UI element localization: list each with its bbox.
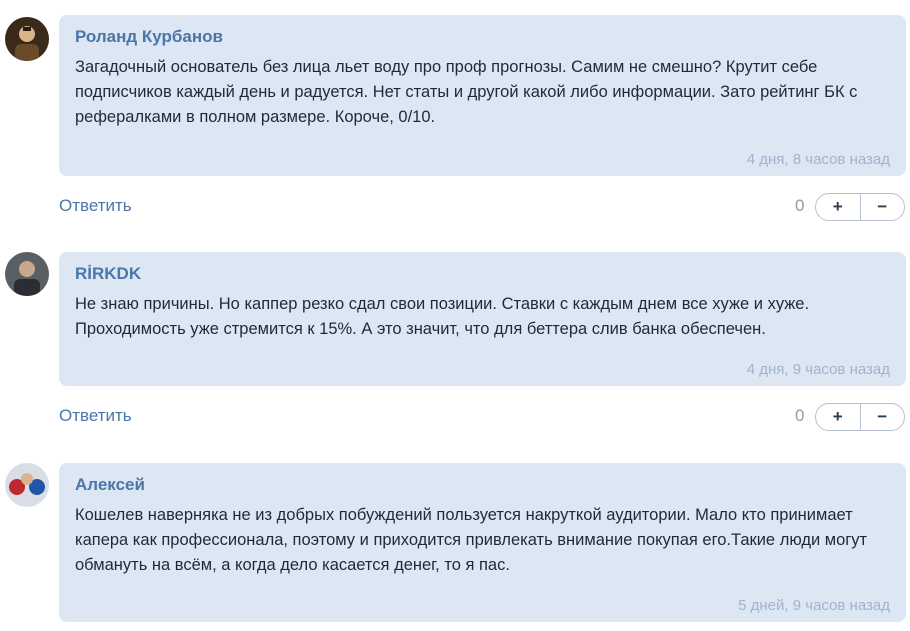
reply-link[interactable]: Ответить bbox=[59, 196, 132, 216]
comment-timestamp: 4 дня, 8 часов назад bbox=[746, 151, 890, 168]
comment-bubble: Роланд Курбанов Загадочный основатель бе… bbox=[59, 15, 906, 176]
comment-timestamp: 4 дня, 9 часов назад bbox=[746, 361, 890, 378]
user-avatar-icon bbox=[5, 252, 49, 296]
vote-score: 0 bbox=[795, 406, 805, 425]
comment-bubble: RİRKDK Не знаю причины. Но каппер резко … bbox=[59, 252, 906, 386]
comment-timestamp: 5 дней, 9 часов назад bbox=[738, 597, 890, 614]
user-avatar-icon bbox=[5, 17, 49, 61]
comment-text: Кошелев наверняка не из добрых побуждени… bbox=[75, 506, 868, 574]
avatar[interactable] bbox=[5, 463, 49, 507]
downvote-button[interactable]: − bbox=[859, 404, 905, 430]
upvote-button[interactable]: + bbox=[816, 194, 860, 220]
user-avatar-icon bbox=[5, 463, 49, 507]
vote-control: + − bbox=[815, 193, 905, 221]
comment-author[interactable]: Роланд Курбанов bbox=[75, 27, 890, 47]
avatar[interactable] bbox=[5, 17, 49, 61]
comment-text: Загадочный основатель без лица льет воду… bbox=[75, 58, 858, 126]
upvote-button[interactable]: + bbox=[816, 404, 860, 430]
reply-link[interactable]: Ответить bbox=[59, 406, 132, 426]
comment-author[interactable]: RİRKDK bbox=[75, 264, 890, 284]
comment-bubble: Алексей Кошелев наверняка не из добрых п… bbox=[59, 463, 906, 622]
downvote-button[interactable]: − bbox=[859, 194, 905, 220]
vote-control: + − bbox=[815, 403, 905, 431]
avatar[interactable] bbox=[5, 252, 49, 296]
comment-author[interactable]: Алексей bbox=[75, 475, 890, 495]
comment-text: Не знаю причины. Но каппер резко сдал св… bbox=[75, 295, 810, 338]
vote-score: 0 bbox=[795, 196, 805, 215]
